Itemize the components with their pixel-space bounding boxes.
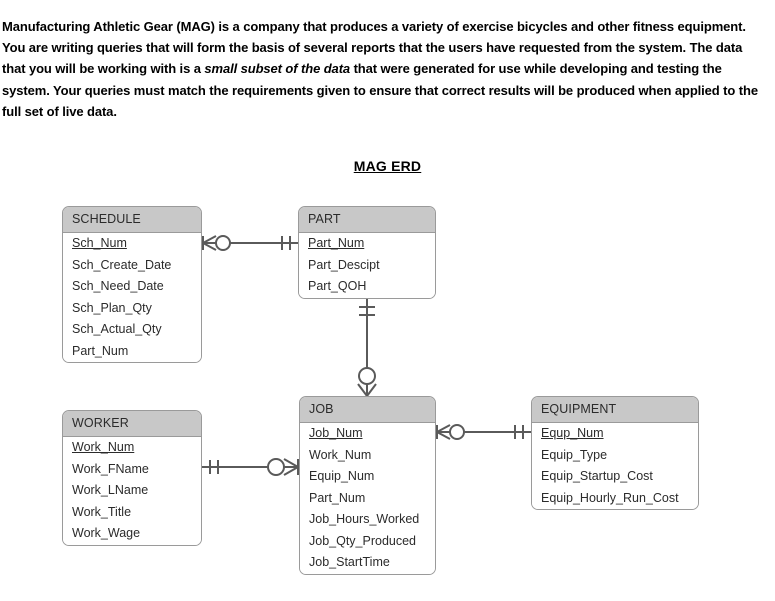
entity-worker[interactable]: WORKER Work_Num Work_FName Work_LName Wo… [62, 410, 202, 546]
attribute-row: Sch_Plan_Qty [63, 298, 201, 320]
entity-equipment-title: EQUIPMENT [532, 397, 698, 423]
entity-schedule-attributes: Sch_Num Sch_Create_Date Sch_Need_Date Sc… [63, 233, 201, 362]
attribute-row: Work_Num [63, 437, 201, 459]
attribute-name: Part_Num [308, 236, 365, 250]
attribute-name: Part_QOH [308, 279, 367, 293]
attribute-name: Work_Num [309, 447, 372, 462]
attribute-name: Sch_Need_Date [72, 279, 164, 293]
attribute-name: Job_StartTime [309, 555, 390, 569]
attribute-row: Job_Num [300, 423, 435, 445]
entity-schedule-title: SCHEDULE [63, 207, 201, 233]
attribute-row: Work_FName [63, 459, 201, 481]
attribute-name: Equip_Type [541, 447, 608, 462]
entity-worker-attributes: Work_Num Work_FName Work_LName Work_Titl… [63, 437, 201, 545]
attribute-row: Work_Num [300, 445, 435, 467]
attribute-row: Job_Hours_Worked [300, 509, 435, 531]
attribute-row: Part_Num [299, 233, 435, 255]
attribute-row: Sch_Create_Date [63, 255, 201, 277]
entity-part[interactable]: PART Part_Num Part_Descipt Part_QOH [298, 206, 436, 299]
attribute-row: Work_LName [63, 480, 201, 502]
entity-part-title: PART [299, 207, 435, 233]
attribute-name: Part_Num [72, 343, 129, 358]
attribute-name: Sch_Num [72, 236, 127, 250]
optional-circle-schedule-part [215, 235, 231, 251]
attribute-name: Part_Descipt [308, 257, 380, 272]
attribute-name: Equip_Startup_Cost [541, 469, 653, 483]
attribute-row: Part_QOH [299, 276, 435, 298]
optional-circle-worker-job [267, 458, 285, 476]
attribute-name: Work_Wage [72, 526, 141, 540]
attribute-name: Job_Qty_Produced [309, 533, 417, 548]
attribute-name: Job_Hours_Worked [309, 512, 420, 526]
attribute-name: Sch_Plan_Qty [72, 300, 152, 315]
erd-diagram: MAG ERD SCHEDULE Sch_Num Sch_Create_Date… [0, 0, 775, 601]
attribute-name: Work_LName [72, 483, 149, 497]
entity-schedule[interactable]: SCHEDULE Sch_Num Sch_Create_Date Sch_Nee… [62, 206, 202, 363]
attribute-name: Sch_Create_Date [72, 257, 172, 272]
optional-circle-part-job [358, 367, 376, 385]
attribute-name: Work_FName [72, 461, 149, 476]
attribute-name: Work_Num [72, 440, 135, 454]
optional-circle-job-equipment [449, 424, 465, 440]
attribute-name: Equip_Num [309, 469, 375, 483]
attribute-name: Equp_Num [541, 426, 604, 440]
attribute-row: Equip_Hourly_Run_Cost [532, 488, 698, 510]
attribute-row: Part_Descipt [299, 255, 435, 277]
attribute-name: Equip_Hourly_Run_Cost [541, 490, 679, 505]
attribute-name: Part_Num [309, 490, 366, 505]
entity-worker-title: WORKER [63, 411, 201, 437]
attribute-name: Sch_Actual_Qty [72, 322, 162, 336]
attribute-name: Work_Title [72, 504, 132, 519]
attribute-row: Equip_Type [532, 445, 698, 467]
attribute-row: Job_Qty_Produced [300, 531, 435, 553]
attribute-name: Job_Num [309, 426, 363, 440]
attribute-row: Job_StartTime [300, 552, 435, 574]
attribute-row: Equip_Num [300, 466, 435, 488]
attribute-row: Sch_Need_Date [63, 276, 201, 298]
attribute-row: Equip_Startup_Cost [532, 466, 698, 488]
entity-job[interactable]: JOB Job_Num Work_Num Equip_Num Part_Num … [299, 396, 436, 575]
attribute-row: Part_Num [63, 341, 201, 363]
entity-equipment[interactable]: EQUIPMENT Equp_Num Equip_Type Equip_Star… [531, 396, 699, 510]
entity-part-attributes: Part_Num Part_Descipt Part_QOH [299, 233, 435, 298]
entity-job-title: JOB [300, 397, 435, 423]
attribute-row: Equp_Num [532, 423, 698, 445]
attribute-row: Work_Wage [63, 523, 201, 545]
attribute-row: Part_Num [300, 488, 435, 510]
entity-equipment-attributes: Equp_Num Equip_Type Equip_Startup_Cost E… [532, 423, 698, 509]
attribute-row: Sch_Num [63, 233, 201, 255]
attribute-row: Work_Title [63, 502, 201, 524]
crowfoot-part-job-job-side [357, 383, 377, 397]
entity-job-attributes: Job_Num Work_Num Equip_Num Part_Num Job_… [300, 423, 435, 574]
attribute-row: Sch_Actual_Qty [63, 319, 201, 341]
